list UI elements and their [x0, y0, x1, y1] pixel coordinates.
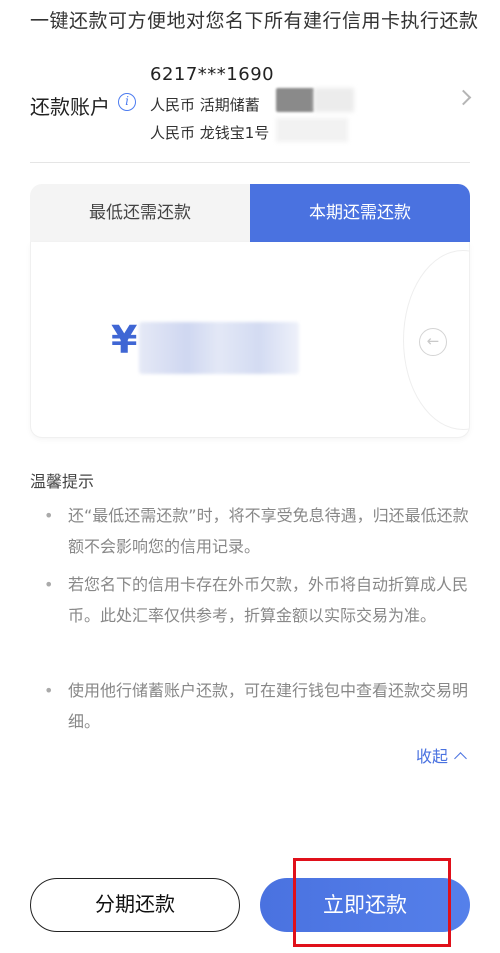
tip-item: 若您名下的信用卡存在外币欠款，外币将自动折算成人民币。此处汇率仅供参考，折算金额…	[42, 569, 474, 631]
pay-now-button[interactable]: 立即还款	[260, 878, 470, 932]
tip-item: 还“最低还需还款”时，将不享受免息待遇，归还最低还款额不会影响您的信用记录。	[42, 500, 474, 562]
account-label: 还款账户	[30, 95, 110, 119]
collapse-button[interactable]: 收起	[416, 743, 467, 767]
intro-text: 一键还款可方便地对您名下所有建行信用卡执行还款	[30, 10, 479, 32]
tab-minimum-repayment[interactable]: 最低还需还款	[30, 184, 250, 242]
account-card-number: 6217***1690	[150, 64, 275, 85]
currency-symbol: ¥	[111, 318, 138, 362]
chevron-right-icon	[455, 89, 472, 106]
back-arrow-icon[interactable]: ←	[419, 328, 447, 356]
redacted-balance-fade	[314, 88, 354, 112]
tab-current-period-repayment[interactable]: 本期还需还款	[250, 184, 470, 242]
repayment-tabs: 最低还需还款 本期还需还款	[30, 184, 470, 242]
account-type-line2: 人民币 龙钱宝1号	[150, 124, 270, 142]
installment-button[interactable]: 分期还款	[30, 878, 240, 932]
account-type-line1: 人民币 活期储蓄	[150, 96, 260, 114]
chevron-up-icon	[454, 752, 467, 765]
repayment-account-row[interactable]: 还款账户 i 6217***1690 人民币 活期储蓄 人民币 龙钱宝1号	[30, 58, 472, 148]
redacted-balance	[276, 88, 314, 112]
tip-item: 使用他行储蓄账户还款，可在建行钱包中查看还款交易明细。	[42, 675, 474, 737]
tips-title: 温馨提示	[30, 472, 95, 491]
redacted-balance-2	[276, 118, 348, 142]
redacted-amount	[139, 322, 299, 374]
info-icon[interactable]: i	[118, 93, 136, 111]
amount-card: ¥ ←	[30, 242, 470, 438]
collapse-label: 收起	[416, 747, 449, 766]
divider	[30, 162, 470, 163]
